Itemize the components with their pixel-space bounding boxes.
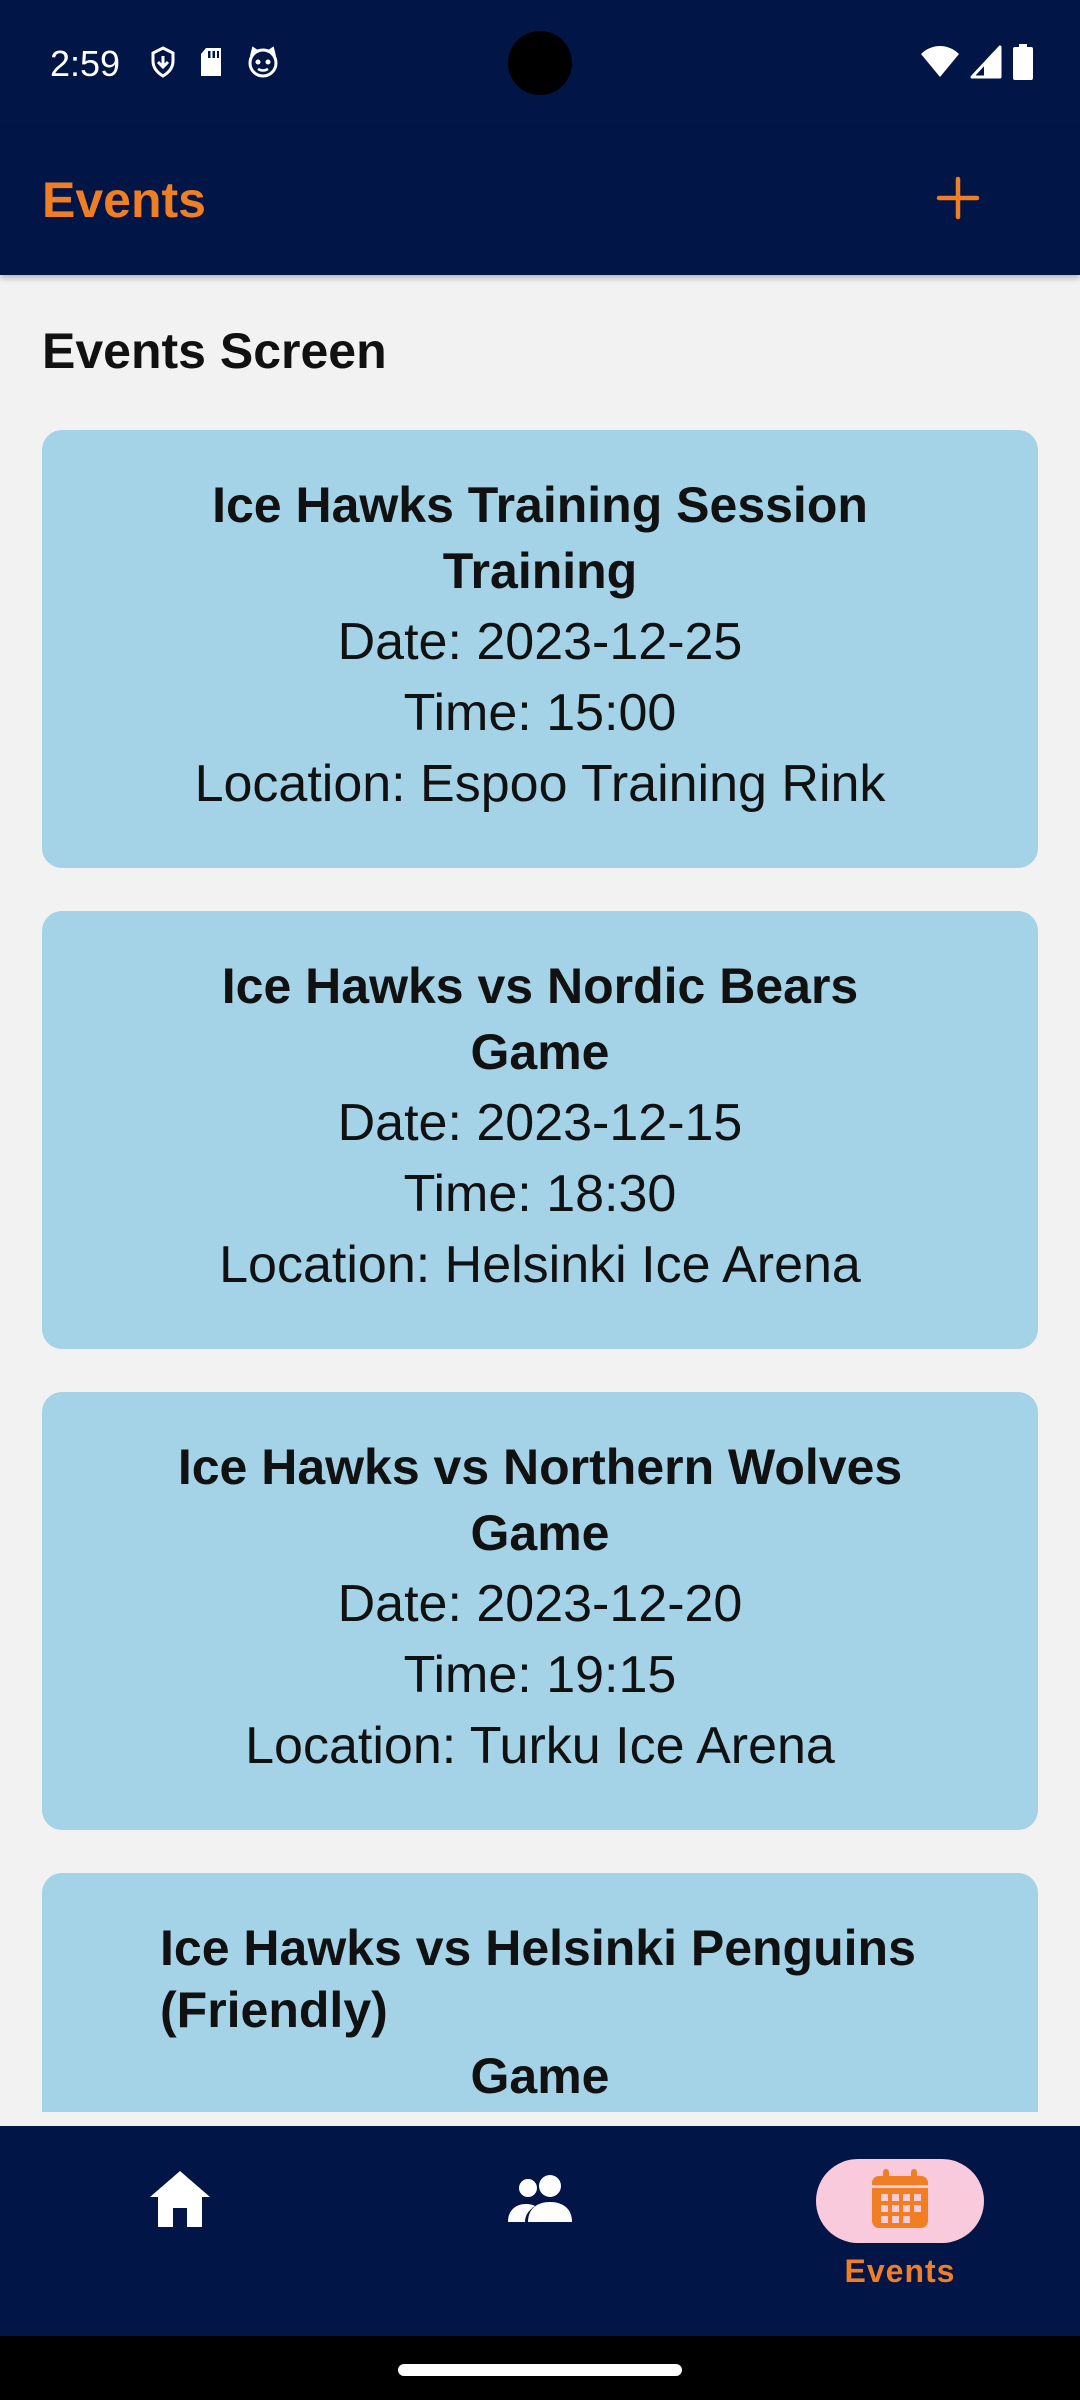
- event-type: Game: [470, 1505, 610, 1561]
- content-area[interactable]: Events Screen Ice Hawks Training Session…: [0, 275, 1080, 2112]
- event-time: Time: 18:30: [403, 1165, 677, 1223]
- event-title: Ice Hawks vs Northern Wolves: [177, 1439, 903, 1495]
- event-location: Location: Espoo Training Rink: [194, 755, 886, 813]
- status-bar: 2:59: [0, 0, 1080, 128]
- wifi-icon: [920, 45, 960, 84]
- shield-download-icon: [150, 45, 176, 83]
- event-time: Time: 15:00: [403, 684, 677, 742]
- event-location: Location: Helsinki Ice Arena: [219, 1236, 861, 1294]
- bottom-navigation: Events: [0, 2126, 1080, 2336]
- page-title: Events Screen: [42, 323, 387, 379]
- event-date: Date: 2023-12-25: [337, 613, 743, 671]
- sd-card-icon: [198, 46, 224, 83]
- nav-item-team[interactable]: [360, 2126, 720, 2336]
- calendar-icon: [869, 2168, 931, 2235]
- cellular-signal-icon: [970, 45, 1002, 84]
- event-type: Game: [470, 2048, 610, 2104]
- events-screen: 2:59 Events Events Screen Ice Hawks Trai…: [0, 0, 1080, 2400]
- event-date: Date: 2023-12-20: [337, 1575, 743, 1633]
- event-time: Time: 19:15: [403, 1646, 677, 1704]
- home-icon: [147, 2168, 213, 2235]
- gesture-navigation-area: [0, 2336, 1080, 2400]
- plus-icon: [936, 176, 980, 225]
- battery-icon: [1012, 43, 1034, 85]
- app-bar: Events: [0, 128, 1080, 275]
- event-card[interactable]: Ice Hawks vs Helsinki Penguins (Friendly…: [42, 1873, 1038, 2112]
- cat-face-icon: [246, 45, 280, 83]
- gesture-handle[interactable]: [398, 2364, 682, 2376]
- camera-cutout: [508, 31, 572, 95]
- event-card[interactable]: Ice Hawks Training Session Training Date…: [42, 430, 1038, 868]
- event-card[interactable]: Ice Hawks vs Nordic Bears Game Date: 202…: [42, 911, 1038, 1349]
- people-icon: [506, 2174, 574, 2229]
- event-title: Ice Hawks vs Helsinki Penguins (Friendly…: [160, 1920, 916, 2038]
- event-location: Location: Turku Ice Arena: [245, 1717, 835, 1775]
- status-icons-left: [150, 45, 280, 83]
- status-time: 2:59: [50, 43, 121, 84]
- event-title: Ice Hawks vs Nordic Bears: [221, 958, 859, 1014]
- event-type: Game: [470, 1024, 610, 1080]
- event-title: Ice Hawks Training Session: [212, 477, 868, 533]
- nav-item-home[interactable]: [0, 2126, 360, 2336]
- nav-label-events: Events: [844, 2253, 956, 2289]
- nav-active-indicator: [816, 2159, 984, 2243]
- add-event-button[interactable]: [918, 160, 998, 240]
- nav-icon-container: [456, 2159, 624, 2243]
- event-date: Date: 2023-12-15: [337, 1094, 743, 1152]
- nav-icon-container: [96, 2159, 264, 2243]
- nav-item-events[interactable]: Events: [720, 2126, 1080, 2336]
- event-list[interactable]: Ice Hawks Training Session Training Date…: [42, 430, 1038, 2112]
- app-bar-title: Events: [42, 172, 206, 228]
- status-icons-right: [920, 43, 1034, 85]
- event-type: Training: [442, 543, 638, 599]
- event-card[interactable]: Ice Hawks vs Northern Wolves Game Date: …: [42, 1392, 1038, 1830]
